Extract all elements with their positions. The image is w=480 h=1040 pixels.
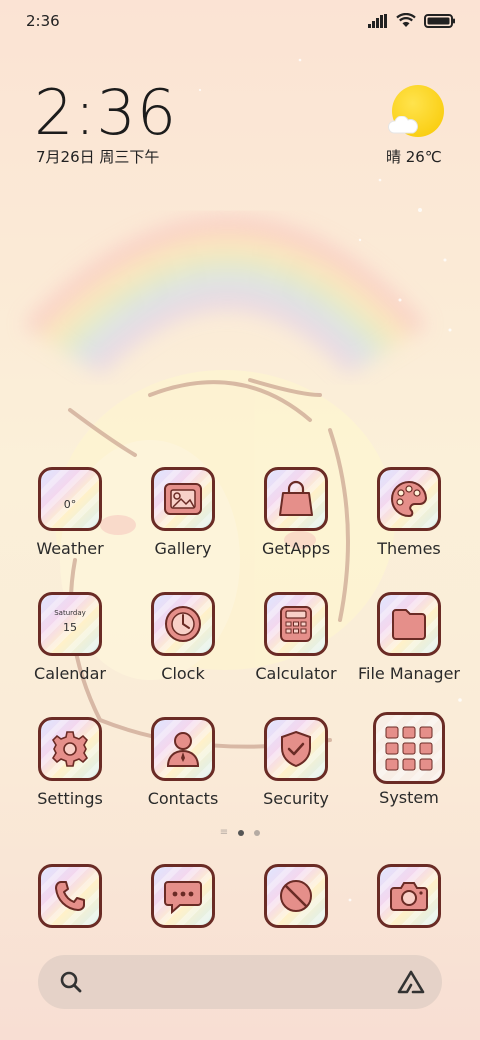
- dock-phone[interactable]: [14, 864, 126, 928]
- search-icon: [60, 971, 82, 993]
- app-gallery[interactable]: Gallery: [127, 467, 239, 558]
- app-label: Themes: [377, 539, 441, 558]
- app-label: Settings: [37, 789, 103, 808]
- contact-icon: [151, 717, 215, 781]
- shopping-bag-icon: [264, 467, 328, 531]
- app-getapps[interactable]: GetApps: [240, 467, 352, 558]
- app-label: Contacts: [147, 789, 219, 808]
- page-dot-active: [238, 830, 245, 836]
- menu-icon: ≡: [219, 827, 229, 838]
- app-label: File Manager: [358, 664, 460, 683]
- assistant-icon[interactable]: [396, 969, 426, 995]
- status-bar: 2:36: [0, 0, 480, 44]
- gear-icon: [38, 717, 102, 781]
- app-label: System: [379, 788, 439, 807]
- camera-icon: [377, 864, 441, 928]
- app-label: Clock: [161, 664, 205, 683]
- dock-browser[interactable]: [240, 864, 352, 928]
- app-label: Security: [263, 789, 329, 808]
- browser-icon: [264, 864, 328, 928]
- clock-widget-date[interactable]: 7月26日 周三下午: [36, 146, 159, 167]
- search-bar[interactable]: [38, 955, 442, 1009]
- app-label: GetApps: [261, 539, 331, 558]
- app-label: Calendar: [34, 664, 106, 683]
- folder-icon: [377, 592, 441, 656]
- calculator-icon: [264, 592, 328, 656]
- calendar-icon-date: 15: [63, 621, 77, 634]
- page-dot: [254, 830, 261, 836]
- app-security[interactable]: Security: [240, 717, 352, 808]
- weather-icon: 0°: [38, 467, 102, 531]
- weather-icon-temp: 0°: [63, 498, 77, 511]
- calendar-icon: Saturday 15: [38, 592, 102, 656]
- battery-icon: [424, 13, 455, 28]
- message-icon: [151, 864, 215, 928]
- dock-messages[interactable]: [127, 864, 239, 928]
- wifi-icon: [396, 13, 416, 27]
- palette-icon: [377, 467, 441, 531]
- folder-grid-icon: [373, 712, 445, 784]
- weather-widget-text: 晴 26℃: [386, 148, 442, 166]
- status-time: 2:36: [26, 12, 60, 30]
- app-label: Calculator: [255, 664, 337, 683]
- app-calendar[interactable]: Saturday 15 Calendar: [14, 592, 126, 683]
- app-label: Weather: [36, 539, 104, 558]
- signal-icon: [368, 13, 387, 28]
- app-settings[interactable]: Settings: [14, 717, 126, 808]
- app-contacts[interactable]: Contacts: [127, 717, 239, 808]
- calendar-icon-day: Saturday: [54, 609, 86, 617]
- app-file-manager[interactable]: File Manager: [353, 592, 465, 683]
- app-clock[interactable]: Clock: [127, 592, 239, 683]
- app-label: Gallery: [154, 539, 212, 558]
- dock-camera[interactable]: [353, 864, 465, 928]
- app-themes[interactable]: Themes: [353, 467, 465, 558]
- cloud-icon: [388, 116, 418, 134]
- app-calculator[interactable]: Calculator: [240, 592, 352, 683]
- clock-widget-time[interactable]: 2:36: [34, 76, 177, 149]
- gallery-icon: [151, 467, 215, 531]
- page-indicator[interactable]: ≡: [0, 827, 480, 838]
- phone-icon: [38, 864, 102, 928]
- app-weather[interactable]: 0° Weather: [14, 467, 126, 558]
- weather-widget[interactable]: 晴 26℃: [380, 82, 456, 172]
- app-system-folder[interactable]: System: [353, 712, 465, 807]
- clock-icon: [151, 592, 215, 656]
- shield-check-icon: [264, 717, 328, 781]
